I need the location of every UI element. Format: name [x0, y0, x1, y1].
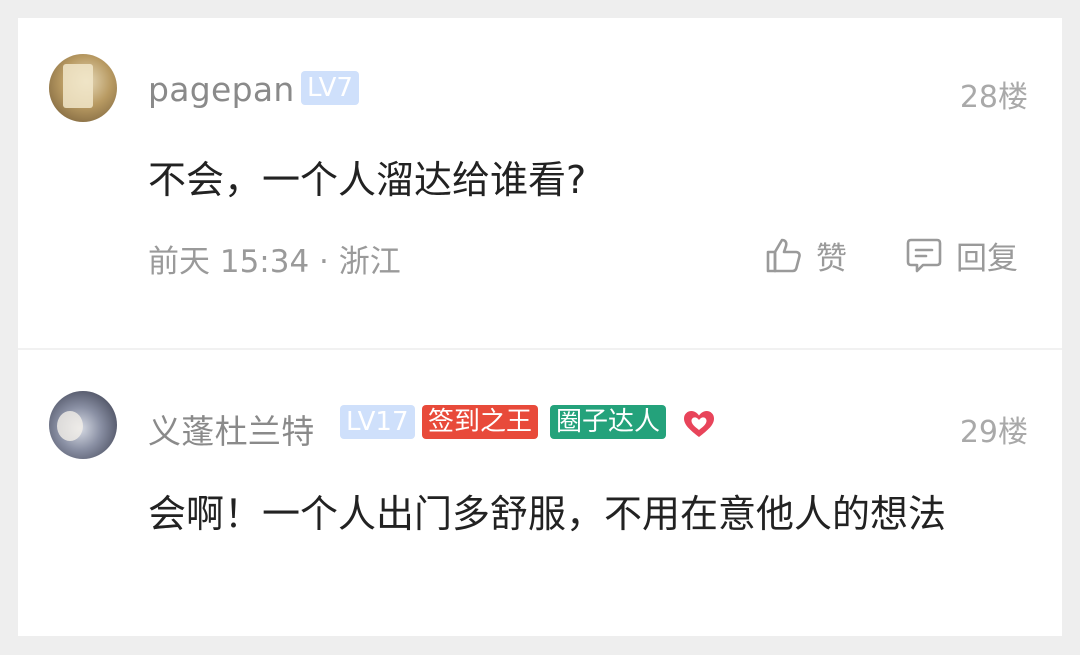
like-label: 赞 [816, 240, 847, 277]
floor-number: 29楼 [959, 415, 1028, 450]
comment-meta: 前天 15:34 · 浙江 [148, 244, 401, 280]
divider [18, 348, 1062, 350]
sign-in-king-badge: 签到之王 [422, 405, 539, 439]
reply-label: 回复 [956, 240, 1018, 277]
level-badge: LV17 [340, 405, 415, 439]
avatar[interactable] [49, 54, 117, 122]
thumbs-up-icon [766, 238, 801, 273]
level-badge: LV7 [301, 71, 359, 105]
like-button[interactable]: 赞 [764, 234, 847, 277]
comment-text: 不会，一个人溜达给谁看? [148, 158, 587, 202]
floor-number: 28楼 [959, 80, 1028, 115]
heart-icon [684, 411, 714, 437]
username[interactable]: 义蓬杜兰特 [148, 405, 315, 453]
avatar[interactable] [49, 391, 117, 459]
username[interactable]: pagepan [148, 70, 295, 109]
comment-icon [906, 238, 942, 273]
avatar-image [63, 64, 93, 108]
reply-button[interactable]: 回复 [904, 234, 1018, 277]
comment-list: pagepan LV7 28楼 不会，一个人溜达给谁看? 前天 15:34 · … [18, 18, 1062, 636]
comment-text: 会啊！一个人出门多舒服，不用在意他人的想法 [148, 492, 947, 536]
avatar-image [57, 411, 83, 441]
circle-expert-badge: 圈子达人 [550, 405, 667, 439]
